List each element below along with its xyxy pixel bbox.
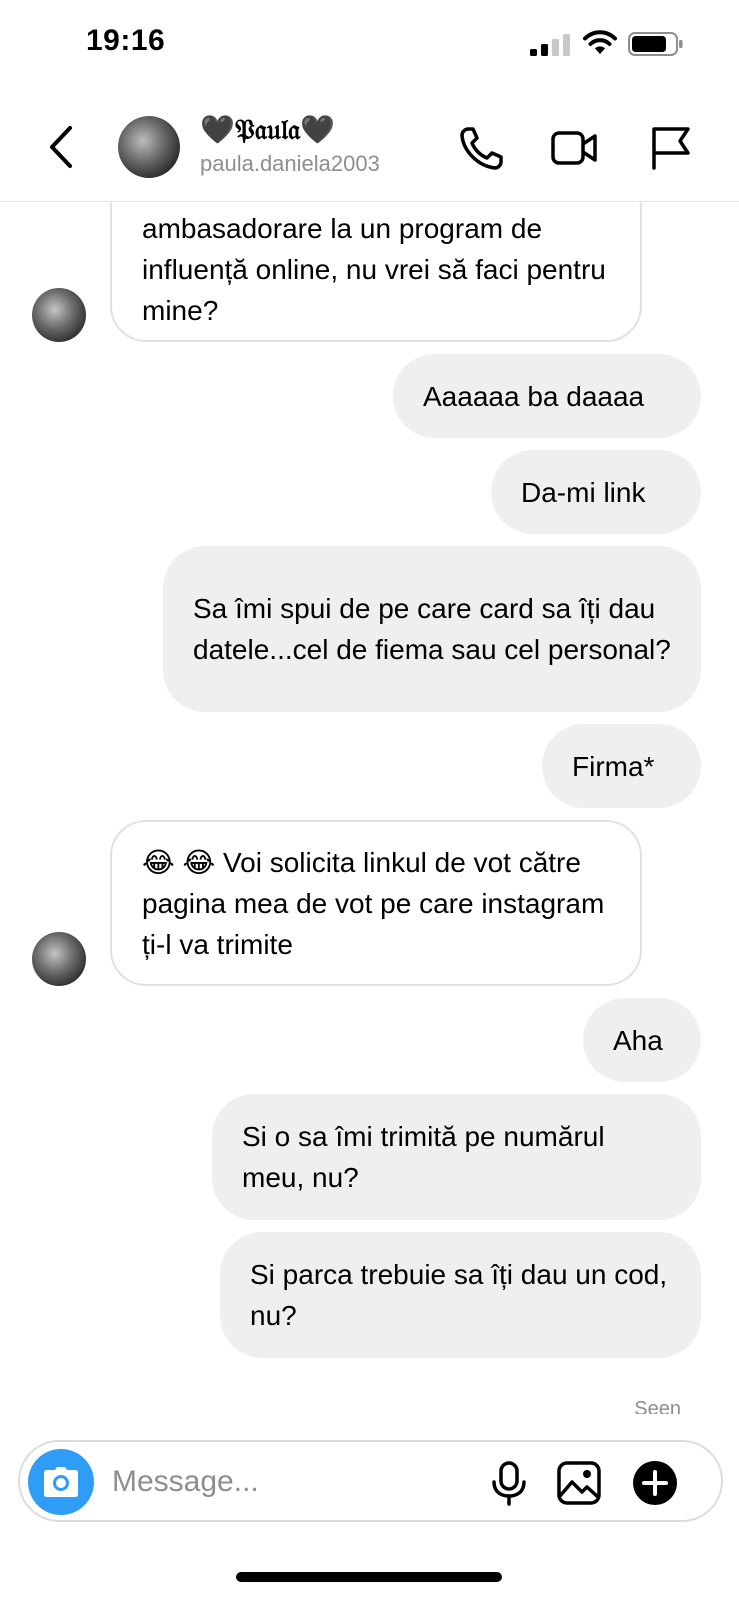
message-bubble-outgoing[interactable]: Si parca trebuie sa îți dau un cod, nu? — [220, 1232, 701, 1358]
phone-icon[interactable] — [458, 124, 506, 172]
profile-name-block[interactable]: 🖤𝔓𝔞𝔲𝔩𝔞🖤 paula.daniela2003 — [200, 112, 380, 178]
message-bubble-outgoing[interactable]: Firma* — [542, 724, 701, 808]
message-input[interactable] — [112, 1460, 472, 1504]
message-text: Da-mi link — [521, 476, 646, 508]
message-bubble-outgoing[interactable]: Sa îmi spui de pe care card sa îți dau d… — [163, 546, 701, 712]
cellular-signal-icon — [530, 34, 570, 56]
message-text: ambasadorare la un program de influență … — [142, 212, 606, 326]
microphone-icon[interactable] — [486, 1460, 532, 1506]
video-camera-icon[interactable] — [550, 124, 598, 172]
username: paula.daniela2003 — [200, 151, 380, 176]
wifi-icon — [583, 30, 617, 54]
message-bubble-outgoing[interactable]: Si o sa îmi trimită pe numărul meu, nu? — [212, 1094, 701, 1220]
message-bubble-outgoing[interactable]: Da-mi link — [491, 450, 701, 534]
chat-header: 🖤𝔓𝔞𝔲𝔩𝔞🖤 paula.daniela2003 — [0, 100, 739, 202]
sender-avatar[interactable] — [32, 932, 86, 986]
message-text: Si parca trebuie sa îți dau un cod, nu? — [250, 1259, 668, 1331]
message-bubble-outgoing[interactable]: Aha — [583, 998, 701, 1082]
plus-icon[interactable] — [632, 1460, 678, 1506]
message-composer — [18, 1440, 723, 1522]
message-text: Sa îmi spui de pe care card sa îți dau d… — [193, 593, 671, 665]
message-bubble-outgoing[interactable]: Aaaaaa ba daaaa — [393, 354, 701, 438]
display-name: 🖤𝔓𝔞𝔲𝔩𝔞🖤 — [200, 113, 335, 146]
home-indicator[interactable] — [236, 1572, 502, 1582]
sender-avatar[interactable] — [32, 288, 86, 342]
message-text: Firma* — [572, 750, 655, 782]
message-text: Aaaaaa ba daaaa — [423, 380, 645, 412]
status-bar: 19:16 — [0, 0, 739, 90]
battery-icon — [628, 32, 683, 56]
message-bubble-incoming[interactable]: ambasadorare la un program de influență … — [110, 202, 642, 342]
message-bubble-incoming[interactable]: 😂 😂 Voi solicita linkul de vot către pag… — [110, 820, 642, 986]
avatar[interactable] — [118, 116, 180, 178]
status-time: 19:16 — [86, 24, 166, 57]
flag-icon[interactable] — [646, 124, 694, 172]
seen-indicator: Seen — [634, 1398, 681, 1414]
camera-button[interactable] — [28, 1449, 94, 1515]
message-text: Aha — [613, 1024, 663, 1056]
camera-icon — [44, 1467, 78, 1497]
message-text: 😂 😂 Voi solicita linkul de vot către pag… — [142, 846, 605, 960]
message-thread[interactable]: ambasadorare la un program de influență … — [0, 202, 739, 1414]
gallery-icon[interactable] — [556, 1460, 602, 1506]
message-text: Si o sa îmi trimită pe numărul meu, nu? — [242, 1121, 605, 1193]
back-icon[interactable] — [40, 122, 84, 172]
